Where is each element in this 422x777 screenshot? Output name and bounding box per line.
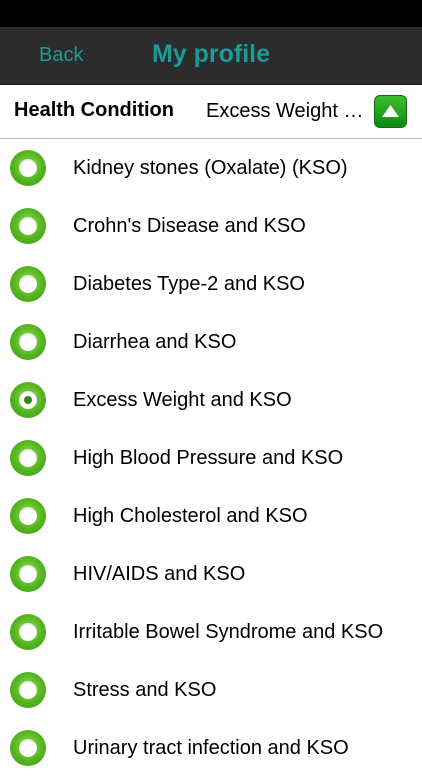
condition-option[interactable]: HIV/AIDS and KSO — [0, 545, 422, 603]
page-title: My profile — [151, 40, 271, 68]
health-condition-label: Health Condition — [14, 99, 174, 121]
condition-option-label: Crohn's Disease and KSO — [73, 215, 306, 237]
radio-unselected-icon[interactable] — [10, 208, 46, 244]
radio-center — [19, 507, 37, 525]
condition-option[interactable]: Kidney stones (Oxalate) (KSO) — [0, 139, 422, 197]
radio-unselected-icon[interactable] — [10, 672, 46, 708]
condition-option-label: Urinary tract infection and KSO — [73, 737, 349, 759]
condition-option[interactable]: Urinary tract infection and KSO — [0, 719, 422, 777]
radio-dot — [24, 396, 32, 404]
radio-center — [19, 623, 37, 641]
status-bar — [0, 0, 422, 27]
radio-center — [19, 391, 37, 409]
condition-option-label: Stress and KSO — [73, 679, 217, 701]
radio-unselected-icon[interactable] — [10, 498, 46, 534]
condition-option[interactable]: Stress and KSO — [0, 661, 422, 719]
condition-option[interactable]: Irritable Bowel Syndrome and KSO — [0, 603, 422, 661]
triangle-up-icon — [382, 105, 399, 117]
radio-center — [19, 449, 37, 467]
condition-option[interactable]: Crohn's Disease and KSO — [0, 197, 422, 255]
radio-unselected-icon[interactable] — [10, 730, 46, 766]
radio-selected-icon[interactable] — [10, 382, 46, 418]
radio-unselected-icon[interactable] — [10, 440, 46, 476]
radio-center — [19, 217, 37, 235]
radio-center — [19, 159, 37, 177]
radio-center — [19, 681, 37, 699]
radio-unselected-icon[interactable] — [10, 614, 46, 650]
radio-center — [19, 275, 37, 293]
condition-option-label: High Blood Pressure and KSO — [73, 447, 344, 469]
condition-option-label: Diarrhea and KSO — [73, 331, 237, 353]
navigation-bar: Back My profile — [0, 27, 422, 85]
condition-options-list: Kidney stones (Oxalate) (KSO) Crohn's Dis… — [0, 139, 422, 777]
condition-option-label: High Cholesterol and KSO — [73, 505, 308, 527]
radio-unselected-icon[interactable] — [10, 150, 46, 186]
condition-option-label: Kidney stones (Oxalate) (KSO) — [73, 157, 348, 179]
condition-option[interactable]: Excess Weight and KSO — [0, 371, 422, 429]
health-condition-value[interactable]: Excess Weight and KSO — [206, 100, 366, 123]
condition-option[interactable]: Diabetes Type-2 and KSO — [0, 255, 422, 313]
condition-option-label: Diabetes Type-2 and KSO — [73, 273, 305, 295]
radio-unselected-icon[interactable] — [10, 266, 46, 302]
condition-option-label: Irritable Bowel Syndrome and KSO — [73, 621, 384, 643]
condition-option[interactable]: Diarrhea and KSO — [0, 313, 422, 371]
health-condition-row[interactable]: Health Condition Excess Weight and KSO — [0, 85, 422, 139]
condition-option[interactable]: High Blood Pressure and KSO — [0, 429, 422, 487]
radio-unselected-icon[interactable] — [10, 324, 46, 360]
radio-unselected-icon[interactable] — [10, 556, 46, 592]
collapse-button[interactable] — [374, 95, 407, 128]
radio-center — [19, 565, 37, 583]
condition-option-label: Excess Weight and KSO — [73, 389, 292, 411]
condition-option[interactable]: High Cholesterol and KSO — [0, 487, 422, 545]
radio-center — [19, 333, 37, 351]
radio-center — [19, 739, 37, 757]
condition-option-label: HIV/AIDS and KSO — [73, 563, 246, 585]
